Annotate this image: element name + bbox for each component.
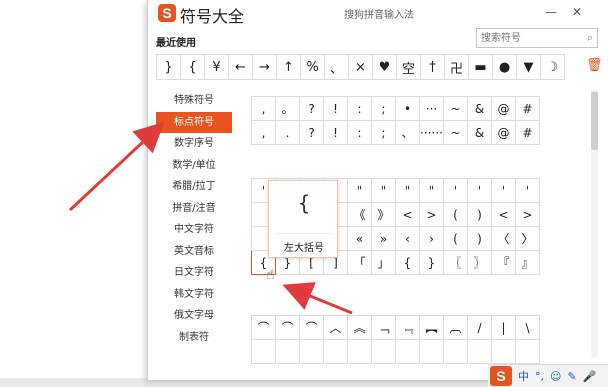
arrow-to-category (68, 121, 165, 212)
arrow-to-symbol (282, 282, 353, 315)
sogou-taskbar-logo-icon[interactable]: S (490, 366, 512, 386)
annotation-arrows (68, 121, 353, 315)
pen-icon[interactable]: ✎ (567, 370, 576, 383)
lang-toggle[interactable]: 中 (518, 368, 529, 384)
emoji-icon[interactable]: ☺ (550, 370, 561, 383)
punct-toggle[interactable]: °, (535, 370, 544, 383)
mic-icon[interactable]: 🎤 (583, 370, 597, 383)
ime-taskbar: S 中 °, ☺ ✎ 🎤 (488, 364, 608, 387)
